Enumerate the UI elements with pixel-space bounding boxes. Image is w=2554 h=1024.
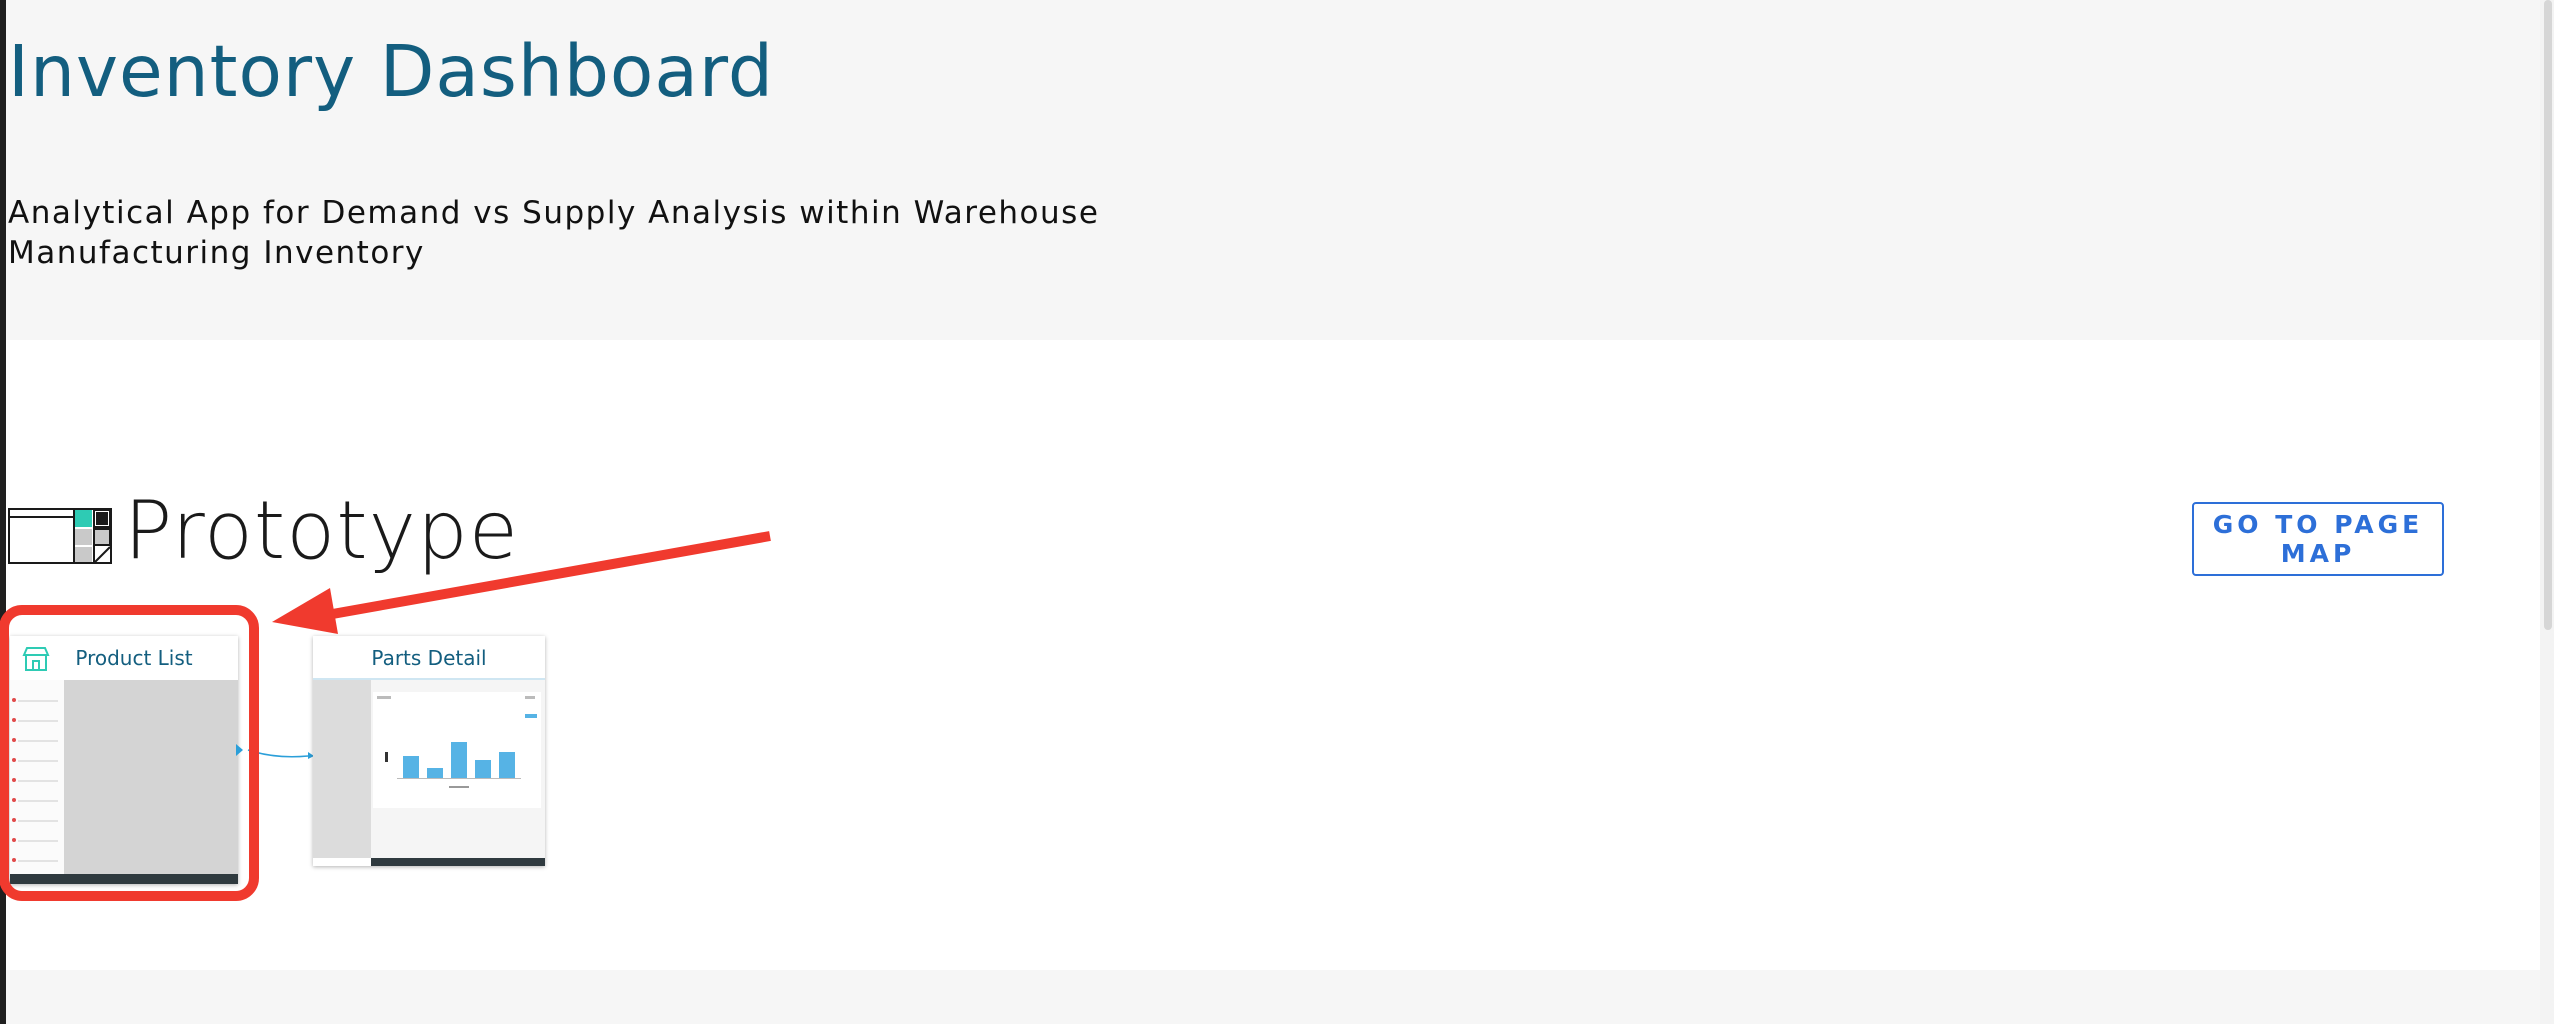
screen-thumbnail — [313, 680, 545, 866]
card-header: Parts Detail — [313, 636, 545, 680]
thumbnail-footer — [371, 858, 545, 866]
page-footer-band — [6, 970, 2540, 1024]
go-to-page-map-button[interactable]: GO TO PAGE MAP — [2192, 502, 2444, 576]
screen-card-parts-detail[interactable]: Parts Detail — [313, 636, 545, 866]
thumbnail-chart-panel — [373, 692, 541, 808]
screen-card-product-list[interactable]: Product List — [10, 636, 238, 884]
prototype-icon — [8, 508, 112, 564]
section-title-prototype: Prototype — [124, 484, 519, 577]
thumbnail-footer — [10, 874, 238, 884]
card-header: Product List — [10, 636, 238, 678]
page-description: Analytical App for Demand vs Supply Anal… — [8, 195, 1100, 271]
screen-thumbnail — [10, 680, 238, 884]
thumbnail-side-pane — [313, 680, 371, 858]
annotation-arrow-head — [272, 588, 338, 634]
thumbnail-list-pane — [10, 680, 64, 874]
card-title: Parts Detail — [371, 646, 487, 670]
thumbnail-detail-pane — [64, 680, 238, 874]
flow-connector-arrow — [236, 744, 314, 759]
scrollbar-thumb[interactable] — [2544, 0, 2552, 630]
card-title: Product List — [75, 646, 193, 670]
page-title: Inventory Dashboard — [8, 30, 774, 113]
